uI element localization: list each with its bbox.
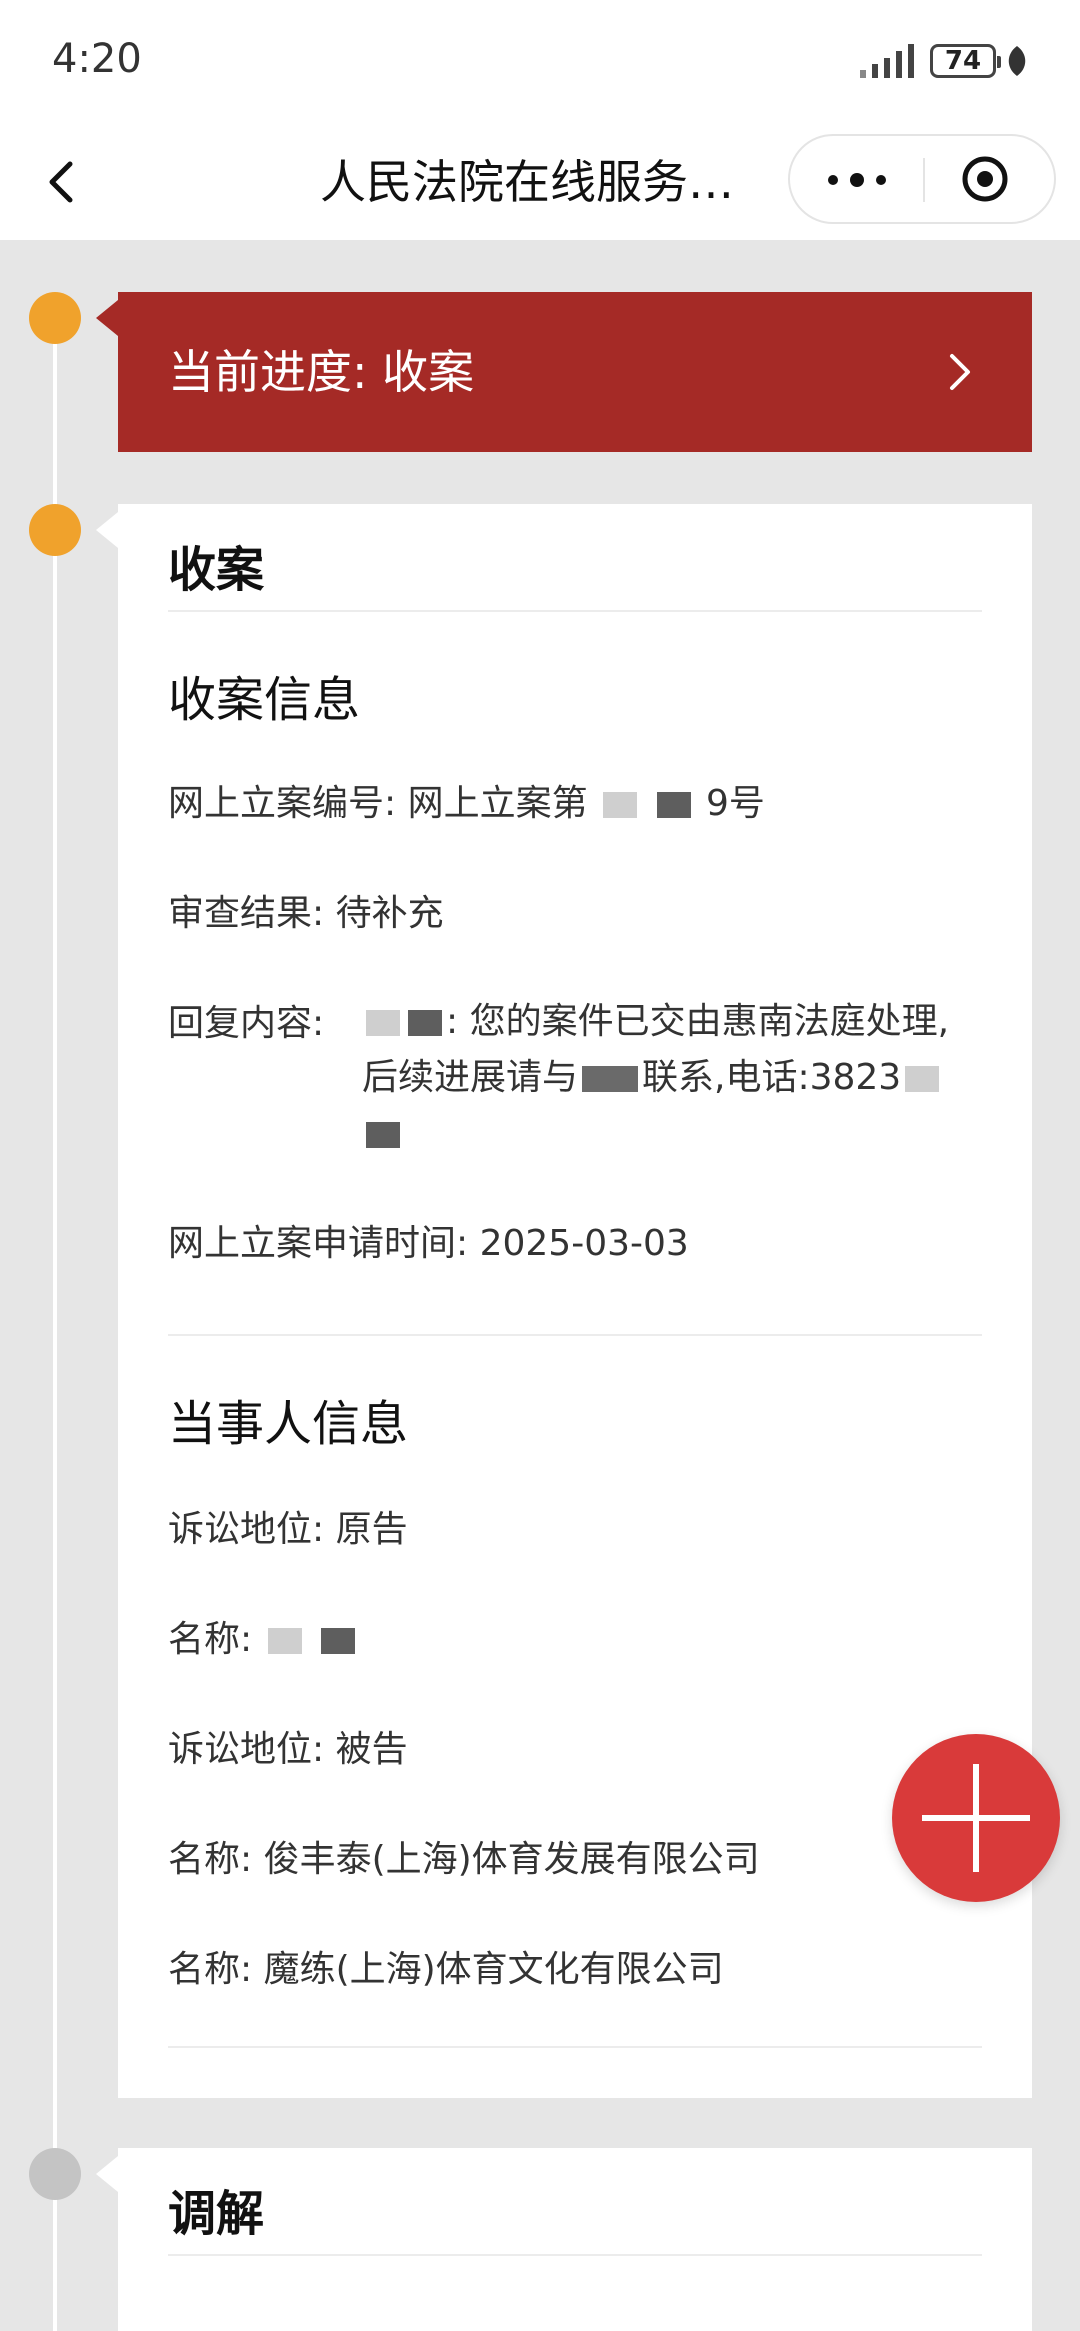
timeline-line [53, 300, 57, 2331]
progress-value: 收案 [382, 345, 475, 399]
nav-bar: 人民法院在线服务… [0, 124, 1080, 240]
stage-title: 收案 [168, 542, 265, 598]
dot-icon [850, 173, 864, 187]
status-bar: 4:20 74 [0, 0, 1080, 124]
party-name-row: 名称: 魔练(上海)体育文化有限公司 [168, 1940, 724, 1992]
filing-info-heading: 收案信息 [168, 672, 361, 728]
stage-title: 调解 [168, 2186, 265, 2242]
timeline-dot-next [29, 2148, 81, 2200]
case-number-label: 网上立案编号: [168, 783, 397, 824]
reply-part-2: 联系,电话:3823 [642, 1057, 902, 1098]
review-result-row: 审查结果: 待补充 [168, 884, 444, 936]
signal-icon [860, 44, 914, 78]
chevron-right-icon [950, 354, 970, 390]
leaf-icon [1008, 46, 1026, 76]
party-name-row: 名称: [168, 1610, 359, 1662]
redacted-mosaic [603, 792, 638, 818]
divider [168, 1334, 982, 1336]
party-name-value: 魔练(上海)体育文化有限公司 [263, 1949, 724, 1990]
more-button[interactable] [790, 136, 923, 222]
apply-time-row: 网上立案申请时间: 2025-03-03 [168, 1214, 689, 1266]
party-role-label: 诉讼地位: [168, 1509, 325, 1550]
party-role-row: 诉讼地位: 原告 [168, 1500, 408, 1552]
back-button[interactable] [36, 150, 96, 214]
party-name-label: 名称: [168, 1839, 253, 1880]
reply-label: 回复内容: [168, 1003, 325, 1044]
add-button[interactable] [892, 1734, 1060, 1902]
redacted-mosaic [905, 1066, 940, 1092]
apply-time-value: 2025-03-03 [479, 1223, 689, 1264]
reply-content: : 您的案件已交由惠南法庭处理,后续进展请与 联系,电话:3823 [362, 994, 982, 1162]
progress-text: 当前进度: 收案 [168, 292, 474, 452]
divider [168, 2046, 982, 2048]
party-role-label: 诉讼地位: [168, 1729, 325, 1770]
party-name-label: 名称: [168, 1619, 253, 1660]
redacted-mosaic [656, 792, 691, 818]
close-target-icon[interactable] [960, 154, 1010, 204]
redacted-mosaic [582, 1066, 639, 1092]
redacted-mosaic [366, 1010, 400, 1036]
redacted-mosaic [366, 1122, 400, 1148]
mini-program-capsule [788, 134, 1056, 224]
progress-label: 当前进度: [168, 345, 368, 399]
redacted-mosaic [408, 1010, 442, 1036]
dot-icon [876, 175, 886, 185]
progress-banner[interactable]: 当前进度: 收案 [96, 292, 1032, 452]
case-number-prefix: 网上立案第 [407, 783, 588, 824]
party-role-row: 诉讼地位: 被告 [168, 1720, 408, 1772]
stage-card-current: 收案 收案信息 网上立案编号: 网上立案第 9号 审查结果: 待补充 回复内容:… [96, 504, 1032, 2098]
review-result-value: 待补充 [335, 893, 444, 934]
party-role-value: 被告 [335, 1729, 408, 1770]
party-role-value: 原告 [335, 1509, 408, 1550]
redacted-mosaic [321, 1628, 356, 1654]
redacted-mosaic [267, 1628, 302, 1654]
divider [168, 2254, 982, 2256]
party-name-value: 俊丰泰(上海)体育发展有限公司 [263, 1839, 760, 1880]
battery-level: 74 [944, 46, 982, 76]
capsule-divider [923, 158, 925, 202]
dot-icon [828, 175, 838, 185]
party-info-heading: 当事人信息 [168, 1396, 409, 1452]
review-result-label: 审查结果: [168, 893, 325, 934]
page-title: 人民法院在线服务… [320, 155, 734, 209]
divider [168, 610, 982, 612]
battery-icon: 74 [930, 44, 1001, 78]
case-number-row: 网上立案编号: 网上立案第 9号 [168, 774, 765, 826]
status-time: 4:20 [52, 36, 142, 82]
timeline-dot-current [29, 504, 81, 556]
party-name-label: 名称: [168, 1949, 253, 1990]
party-name-row: 名称: 俊丰泰(上海)体育发展有限公司 [168, 1830, 760, 1882]
timeline-dot-progress [29, 292, 81, 344]
stage-card-next[interactable]: 调解 [96, 2148, 1032, 2331]
apply-time-label: 网上立案申请时间: [168, 1223, 469, 1264]
case-number-suffix: 9号 [705, 783, 765, 824]
